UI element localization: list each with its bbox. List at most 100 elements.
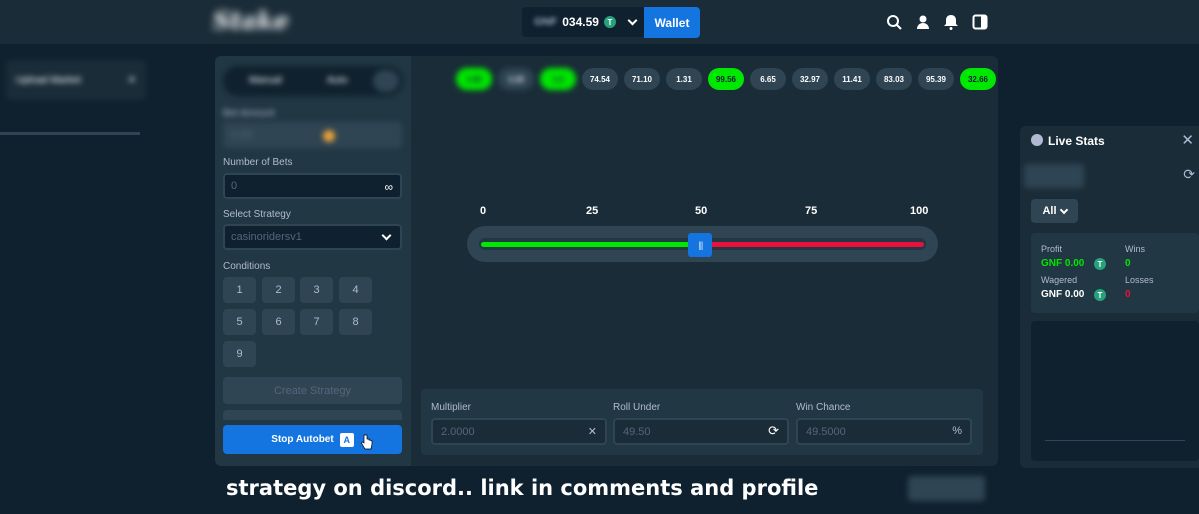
profit-graph	[1031, 321, 1199, 461]
tether-coin-icon: T	[1094, 289, 1106, 301]
losses-label: Losses	[1125, 275, 1154, 285]
result-pill[interactable]: 6.65	[750, 68, 786, 90]
stop-autobet-button[interactable]: Stop Autobet A	[223, 425, 402, 454]
balance-amount: 034.59	[562, 15, 599, 29]
result-pill[interactable]: 74.54	[582, 68, 618, 90]
strategy-select-value: casinoridersv1	[231, 231, 302, 243]
chevron-down-icon	[627, 15, 638, 25]
losses-value: 0	[1125, 289, 1131, 300]
condition-button-7[interactable]: 7	[300, 309, 333, 335]
dice-slider[interactable]: |||	[467, 226, 938, 262]
sidebar-toggle-icon[interactable]	[972, 14, 988, 30]
side-nav: Upload Market ✕	[0, 44, 152, 514]
tether-coin-icon: T	[1094, 258, 1106, 270]
bet-amount-field[interactable]: 0.00	[223, 122, 402, 148]
result-pill[interactable]: 99.56	[708, 68, 744, 90]
win-chance-input[interactable]: 49.5000 %	[796, 418, 972, 445]
roll-under-label: Roll Under	[613, 402, 661, 413]
stake-logo[interactable]: Stake	[213, 6, 289, 35]
stats-icon	[1031, 134, 1043, 146]
result-pill[interactable]: 1.82	[456, 68, 492, 90]
stats-source-select[interactable]	[1024, 164, 1084, 188]
slider-win-range	[481, 242, 701, 247]
condition-button-6[interactable]: 6	[262, 309, 295, 335]
chevron-down-icon	[381, 230, 392, 241]
balance-currency: GNF	[534, 16, 558, 28]
currency-icon	[323, 130, 335, 142]
condition-button-2[interactable]: 2	[262, 277, 295, 303]
user-icon[interactable]	[915, 14, 931, 30]
wagered-label: Wagered	[1041, 275, 1078, 285]
multiplier-label: Multiplier	[431, 402, 472, 413]
multiply-icon: ✕	[587, 426, 597, 438]
profit-value: GNF 0.00	[1041, 258, 1085, 269]
tab-auto[interactable]: Auto	[327, 75, 348, 86]
bet-amount-label: Bet Amount	[223, 108, 275, 119]
swap-icon[interactable]: ⟳	[768, 423, 779, 439]
slider-handle[interactable]: |||	[688, 233, 713, 257]
condition-button-1[interactable]: 1	[223, 277, 256, 303]
condition-button-5[interactable]: 5	[223, 309, 256, 335]
condition-button-3[interactable]: 3	[300, 277, 333, 303]
number-of-bets-value: 0	[231, 180, 238, 192]
profit-label: Profit	[1041, 244, 1063, 254]
result-pill[interactable]: 1.10	[498, 68, 534, 90]
conditions-label: Conditions	[223, 261, 271, 272]
create-strategy-button[interactable]: Create Strategy	[223, 377, 402, 404]
stop-autobet-label: Stop Autobet	[271, 434, 334, 445]
chevron-down-icon	[1059, 205, 1068, 214]
top-bar: Stake GNF 034.59 T Wallet	[0, 0, 1199, 44]
hidden-button-edge	[223, 410, 402, 420]
wagered-value: GNF 0.00	[1041, 289, 1085, 300]
bet-control-panel: Manual Auto Bet Amount 0.00 Number of Be…	[215, 56, 411, 466]
tab-manual[interactable]: Manual	[249, 75, 282, 86]
graph-baseline	[1045, 440, 1185, 441]
scale-label-0: 0	[480, 205, 487, 217]
recent-results: 1.82 1.10 1.2 74.54 71.10 1.31 99.56 6.65 32.97 1…	[456, 68, 996, 90]
win-chance-label: Win Chance	[796, 402, 851, 413]
dice-game-panel: Manual Auto Bet Amount 0.00 Number of Be…	[215, 56, 998, 466]
sidenav-item[interactable]: Upload Market ✕	[6, 60, 146, 100]
strategy-select[interactable]: casinoridersv1	[223, 224, 402, 250]
result-pill[interactable]: 83.03	[876, 68, 912, 90]
scale-label-100: 100	[910, 205, 929, 217]
infinity-icon[interactable]: ∞	[384, 180, 393, 194]
number-of-bets-label: Number of Bets	[223, 157, 293, 168]
bet-amount-value: 0.00	[231, 129, 253, 141]
divider	[0, 132, 140, 135]
result-pill[interactable]: 11.41	[834, 68, 870, 90]
condition-button-4[interactable]: 4	[339, 277, 372, 303]
roll-under-input[interactable]: 49.50 ⟳	[613, 418, 789, 445]
sidenav-item-label: Upload Market	[16, 74, 82, 86]
wallet-button[interactable]: Wallet	[644, 7, 700, 38]
result-pill[interactable]: 95.39	[918, 68, 954, 90]
cursor-hand-icon	[361, 434, 373, 450]
live-stats-title: Live Stats	[1048, 134, 1105, 148]
multiplier-input[interactable]: 2.0000 ✕	[431, 418, 607, 445]
result-pill[interactable]: 1.2	[540, 68, 576, 90]
stats-filter-select[interactable]: All	[1031, 199, 1078, 223]
fairness-button[interactable]	[908, 476, 985, 501]
refresh-icon[interactable]: ⟳	[1183, 166, 1195, 183]
condition-button-9[interactable]: 9	[223, 341, 256, 367]
settings-toggle[interactable]	[373, 70, 399, 92]
result-pill[interactable]: 71.10	[624, 68, 660, 90]
multiplier-value: 2.0000	[441, 425, 475, 438]
wins-label: Wins	[1125, 244, 1145, 254]
stats-summary: Profit GNF 0.00 T Wins 0 Wagered GNF 0.0…	[1031, 233, 1199, 313]
close-icon[interactable]: ✕	[1181, 131, 1194, 149]
result-pill[interactable]: 1.31	[666, 68, 702, 90]
number-of-bets-input[interactable]: 0 ∞	[223, 173, 402, 199]
bet-parameters: Multiplier 2.0000 ✕ Roll Under 49.50 ⟳ W…	[421, 389, 983, 455]
stats-filter-value: All	[1042, 205, 1057, 217]
search-icon[interactable]	[886, 14, 902, 30]
balance-selector[interactable]: GNF 034.59 T	[522, 7, 644, 37]
result-pill[interactable]: 32.97	[792, 68, 828, 90]
scale-label-75: 75	[805, 205, 818, 217]
result-pill[interactable]: 32.66	[960, 68, 996, 90]
mode-tabs: Manual Auto	[223, 66, 403, 96]
condition-button-8[interactable]: 8	[339, 309, 372, 335]
video-caption: strategy on discord.. link in comments a…	[226, 476, 819, 500]
close-icon[interactable]: ✕	[128, 75, 136, 86]
bell-icon[interactable]	[943, 14, 959, 30]
